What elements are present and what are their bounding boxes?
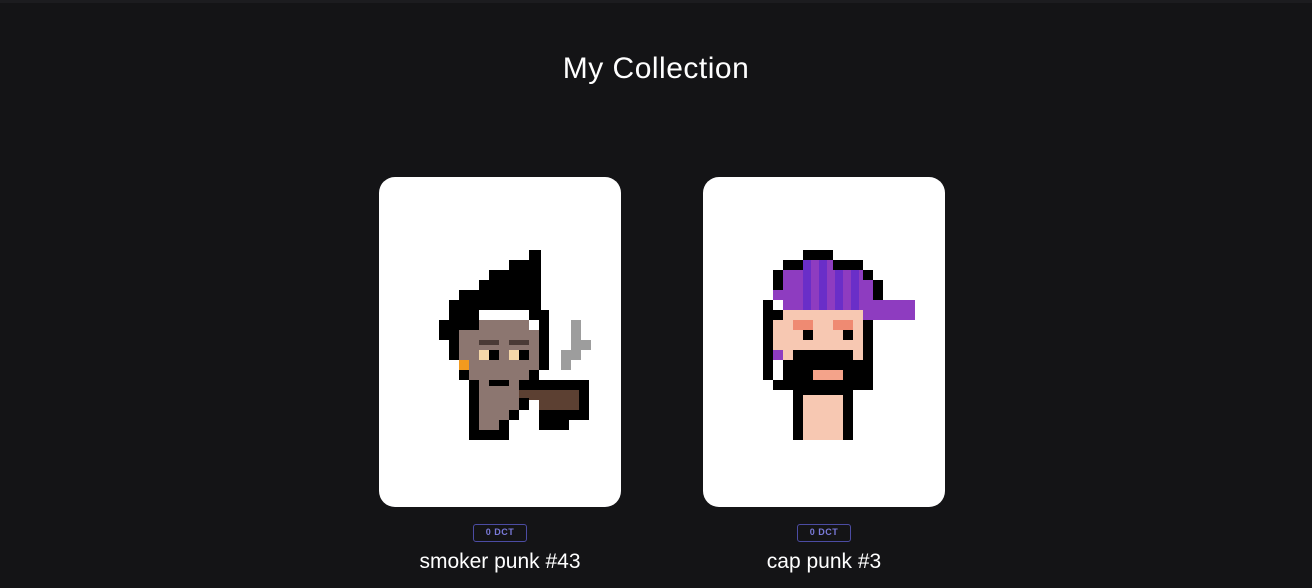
nft-name-smoker-punk[interactable]: smoker punk #43	[379, 550, 621, 574]
price-badge: 0 DCT	[473, 524, 527, 542]
price-badge: 0 DCT	[797, 524, 851, 542]
top-bar-edge	[0, 0, 1312, 3]
page-title: My Collection	[562, 52, 750, 85]
smoker-punk-icon	[379, 177, 621, 507]
cap-punk-icon	[703, 177, 945, 507]
nft-card-smoker-punk[interactable]	[379, 177, 621, 507]
nft-name-cap-punk[interactable]: cap punk #3	[703, 550, 945, 574]
nft-card-cap-punk[interactable]	[703, 177, 945, 507]
